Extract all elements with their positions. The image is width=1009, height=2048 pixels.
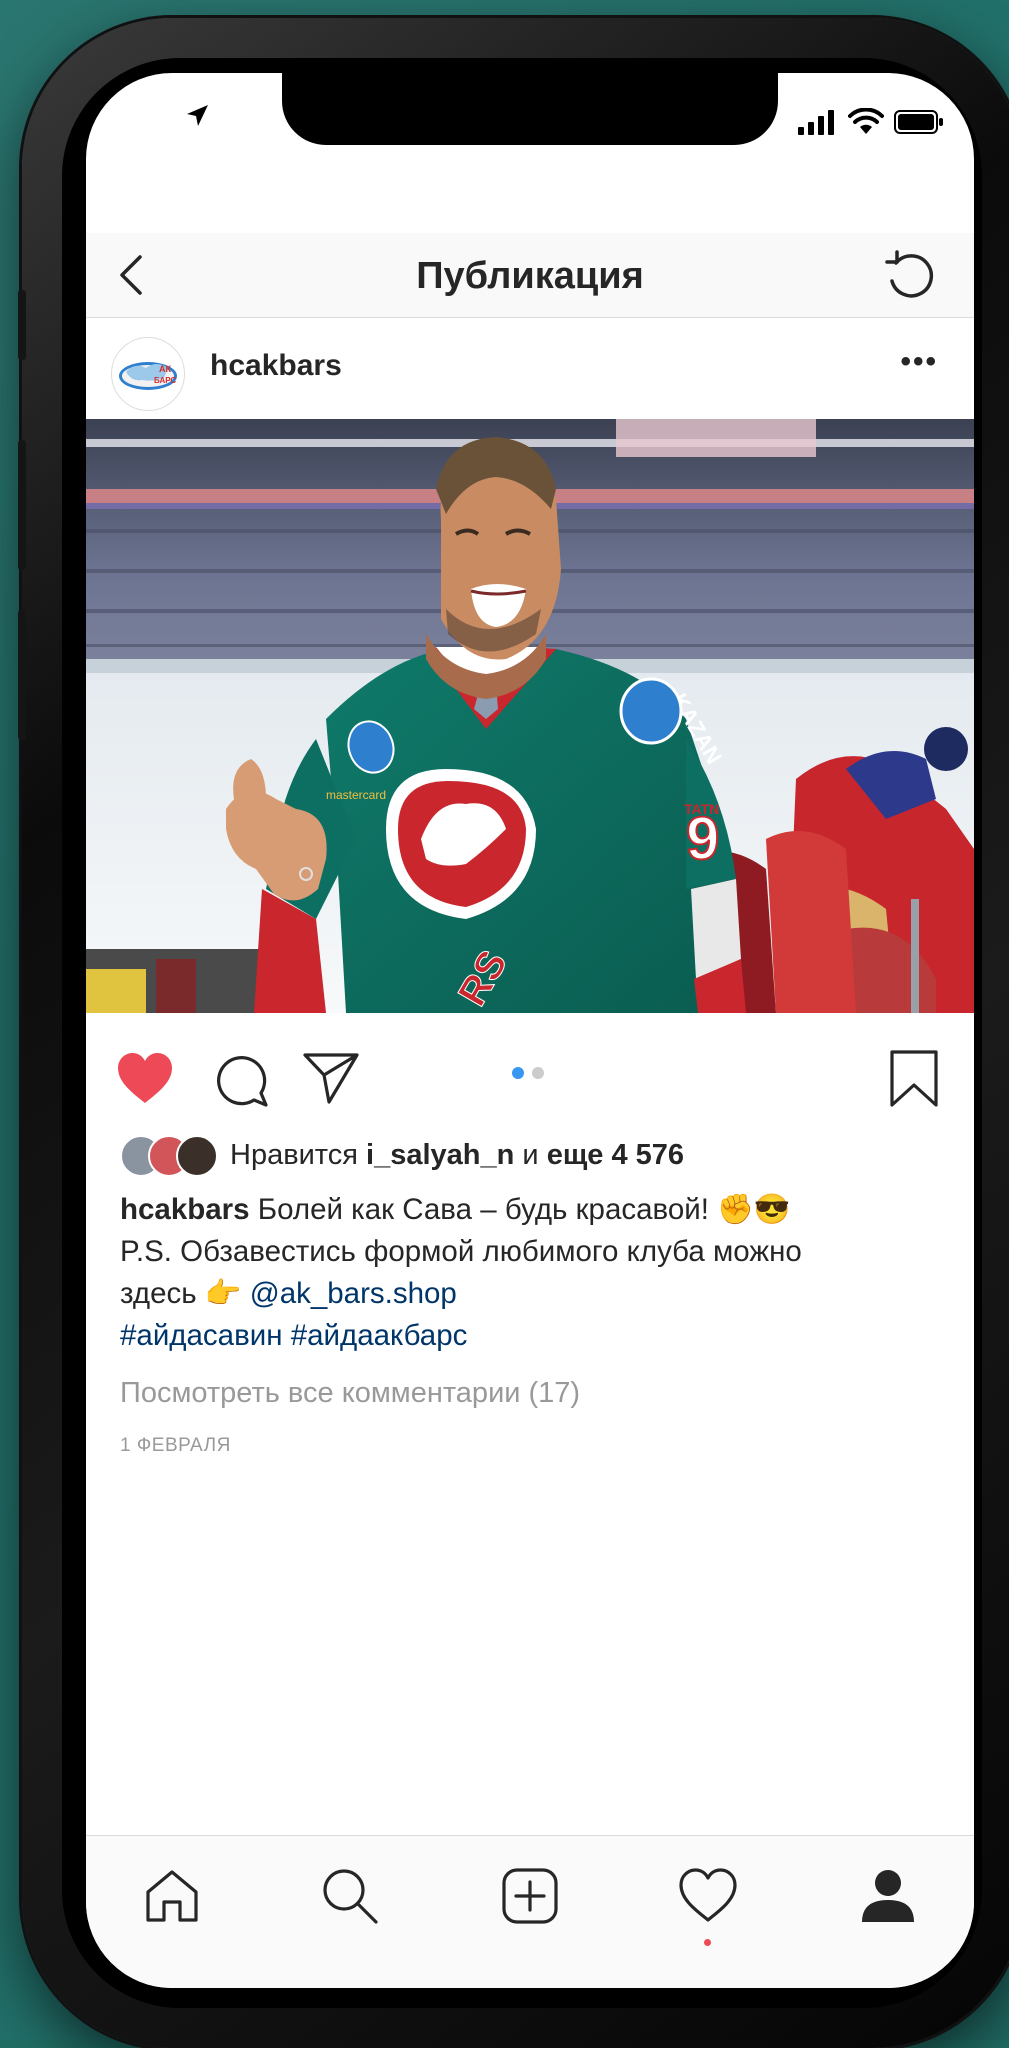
post-actions	[86, 1023, 974, 1123]
wifi-icon	[848, 108, 884, 134]
add-icon[interactable]	[500, 1866, 560, 1926]
post-caption: hcakbars Болей как Сава – будь красавой!…	[120, 1189, 950, 1357]
comment-button[interactable]	[214, 1053, 270, 1109]
caption-line1: Болей как Сава – будь красавой! ✊😎	[257, 1193, 791, 1226]
volume-up-button	[18, 440, 26, 570]
likes-connector: и	[522, 1138, 539, 1171]
activity-icon[interactable]	[678, 1866, 738, 1926]
volume-down-button	[18, 610, 26, 740]
refresh-button[interactable]	[882, 249, 938, 305]
avatar[interactable]: АК БАРС	[111, 337, 185, 411]
home-icon[interactable]	[142, 1866, 202, 1926]
location-icon	[187, 105, 208, 126]
screen: Публикация АК БАРС hcakbars ••• masterca…	[86, 73, 974, 1988]
svg-text:АК: АК	[159, 364, 171, 374]
page-title: Публикация	[416, 255, 644, 297]
likes-row[interactable]: Нравится i_salyah_n и еще 4 576	[120, 1133, 684, 1177]
status-icons	[798, 108, 944, 136]
caption-line2: P.S. Обзавестись формой любимого клуба м…	[120, 1235, 802, 1268]
liker-avatar	[176, 1135, 218, 1177]
caption-line3: здесь 👉	[120, 1277, 242, 1310]
post-date: 1 ФЕВРАЛЯ	[120, 1435, 231, 1456]
signal-icon	[798, 110, 834, 135]
ak-bars-logo-icon: АК БАРС	[119, 362, 177, 390]
caption-username[interactable]: hcakbars	[120, 1193, 250, 1226]
jersey-side-text: TATN	[684, 801, 719, 817]
view-comments-link[interactable]: Посмотреть все комментарии (17)	[120, 1377, 580, 1410]
more-options-button[interactable]: •••	[900, 345, 938, 379]
caption-hashtags[interactable]: #айдасавин #айдаакбарс	[120, 1319, 467, 1352]
caption-mention-link[interactable]: @ak_bars.shop	[250, 1277, 457, 1310]
save-button[interactable]	[889, 1049, 939, 1109]
nav-header: Публикация	[86, 233, 974, 318]
profile-icon[interactable]	[858, 1866, 918, 1926]
battery-icon	[894, 110, 943, 134]
search-icon[interactable]	[320, 1866, 380, 1926]
mute-switch	[18, 290, 26, 360]
likes-prefix: Нравится	[230, 1138, 358, 1171]
post-image: mastercard KAZAN 9 TATN RS	[86, 419, 974, 1013]
post-username[interactable]: hcakbars	[210, 349, 342, 383]
post-photo[interactable]: mastercard KAZAN 9 TATN RS	[86, 419, 974, 1013]
activity-notification-dot	[704, 1939, 711, 1946]
likes-count[interactable]: еще 4 576	[547, 1139, 684, 1172]
bottom-tab-bar	[86, 1835, 974, 1988]
like-button[interactable]	[116, 1051, 174, 1105]
carousel-dots	[512, 1067, 544, 1079]
liker-username[interactable]: i_salyah_n	[366, 1139, 514, 1172]
svg-text:БАРС: БАРС	[154, 376, 176, 385]
liker-avatars	[120, 1133, 218, 1177]
carousel-dot-active[interactable]	[512, 1067, 524, 1079]
share-button[interactable]	[302, 1051, 360, 1105]
notch	[282, 73, 778, 145]
carousel-dot[interactable]	[532, 1067, 544, 1079]
post-header: АК БАРС hcakbars •••	[86, 317, 974, 419]
jersey-sponsor-text: mastercard	[326, 788, 386, 802]
